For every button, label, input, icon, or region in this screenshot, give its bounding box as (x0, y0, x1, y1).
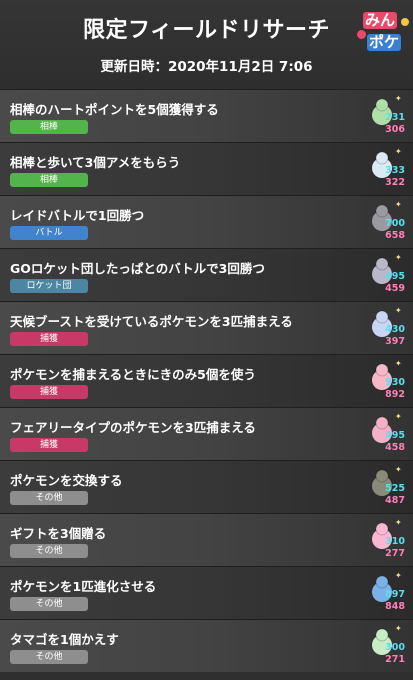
task-text: 天候ブーストを受けているポケモンを3匹捕まえる (10, 314, 293, 329)
page-title: 限定フィールドリサーチ (82, 18, 331, 43)
category-badge: 相棒 (10, 120, 88, 134)
task-row[interactable]: ポケモンを1匹進化させる その他 ✦ 897 848 (0, 566, 413, 619)
cp-max: 459 (385, 283, 405, 294)
category-badge: バトル (10, 226, 88, 240)
minpoke-logo[interactable]: みん ポケ (357, 8, 409, 60)
task-text: レイドバトルで1回勝つ (10, 208, 145, 223)
cp-min: 333 (385, 165, 405, 176)
task-row[interactable]: 天候ブーストを受けているポケモンを3匹捕まえる 捕獲 ✦ 430 397 (0, 301, 413, 354)
task-text: ポケモンを1匹進化させる (10, 579, 157, 594)
task-text: 相棒のハートポイントを5個獲得する (10, 102, 219, 117)
task-text: ポケモンを交換する (10, 473, 123, 488)
cp-min: 300 (385, 642, 405, 653)
task-text: ポケモンを捕まえるときにきのみ5個を使う (10, 367, 256, 382)
header: 限定フィールドリサーチ 更新日時：2020年11月2日 7:06 みん ポケ (0, 0, 413, 89)
cp-max: 658 (385, 230, 405, 241)
cp-min: 310 (385, 536, 405, 547)
task-row[interactable]: ポケモンを交換する その他 ✦ 525 487 (0, 460, 413, 513)
task-text: フェアリータイプのポケモンを3匹捕まえる (10, 420, 256, 435)
task-row[interactable]: ポケモンを捕まえるときにきのみ5個を使う 捕獲 ✦ 930 892 (0, 354, 413, 407)
task-row[interactable]: タマゴを1個かえす その他 ✦ 300 271 (0, 619, 413, 672)
task-row[interactable]: フェアリータイプのポケモンを3匹捕まえる 捕獲 ✦ 495 458 (0, 407, 413, 460)
cp-min: 231 (385, 112, 405, 123)
cp-min: 700 (385, 218, 405, 229)
research-task-list: 相棒のハートポイントを5個獲得する 相棒 ✦ 231 306 相棒と歩いて3個アメをもらう… (0, 89, 413, 672)
cp-min: 930 (385, 377, 405, 388)
logo-dot-red (357, 30, 366, 39)
cp-min: 525 (385, 483, 405, 494)
updated-timestamp: 更新日時：2020年11月2日 7:06 (100, 59, 313, 75)
logo-dot-yellow (401, 18, 409, 26)
category-badge: 相棒 (10, 173, 88, 187)
task-text: タマゴを1個かえす (10, 632, 119, 647)
cp-max: 306 (385, 124, 405, 135)
category-badge: 捕獲 (10, 438, 88, 452)
cp-min: 897 (385, 589, 405, 600)
task-text: 相棒と歩いて3個アメをもらう (10, 155, 181, 170)
cp-max: 848 (385, 601, 405, 612)
task-row[interactable]: GOロケット団したっぱとのバトルで3回勝つ ロケット団 ✦ 495 459 (0, 248, 413, 301)
cp-max: 277 (385, 548, 405, 559)
task-row[interactable]: 相棒と歩いて3個アメをもらう 相棒 ✦ 333 322 (0, 142, 413, 195)
task-row[interactable]: ギフトを3個贈る その他 ✦ 310 277 (0, 513, 413, 566)
task-row[interactable]: 相棒のハートポイントを5個獲得する 相棒 ✦ 231 306 (0, 89, 413, 142)
category-badge: その他 (10, 597, 88, 611)
cp-max: 397 (385, 336, 405, 347)
logo-text-bottom: ポケ (367, 33, 402, 51)
cp-min: 495 (385, 271, 405, 282)
cp-min: 495 (385, 430, 405, 441)
cp-max: 271 (385, 654, 405, 665)
cp-max: 487 (385, 495, 405, 506)
category-badge: その他 (10, 491, 88, 505)
category-badge: その他 (10, 544, 88, 558)
cp-min: 430 (385, 324, 405, 335)
category-badge: 捕獲 (10, 385, 88, 399)
category-badge: ロケット団 (10, 279, 88, 293)
cp-max: 322 (385, 177, 405, 188)
cp-max: 458 (385, 442, 405, 453)
task-text: GOロケット団したっぱとのバトルで3回勝つ (10, 261, 265, 276)
logo-text-top: みん (363, 11, 398, 29)
task-text: ギフトを3個贈る (10, 526, 107, 541)
category-badge: 捕獲 (10, 332, 88, 346)
category-badge: その他 (10, 650, 88, 664)
task-row[interactable]: レイドバトルで1回勝つ バトル ✦ 700 658 (0, 195, 413, 248)
cp-max: 892 (385, 389, 405, 400)
